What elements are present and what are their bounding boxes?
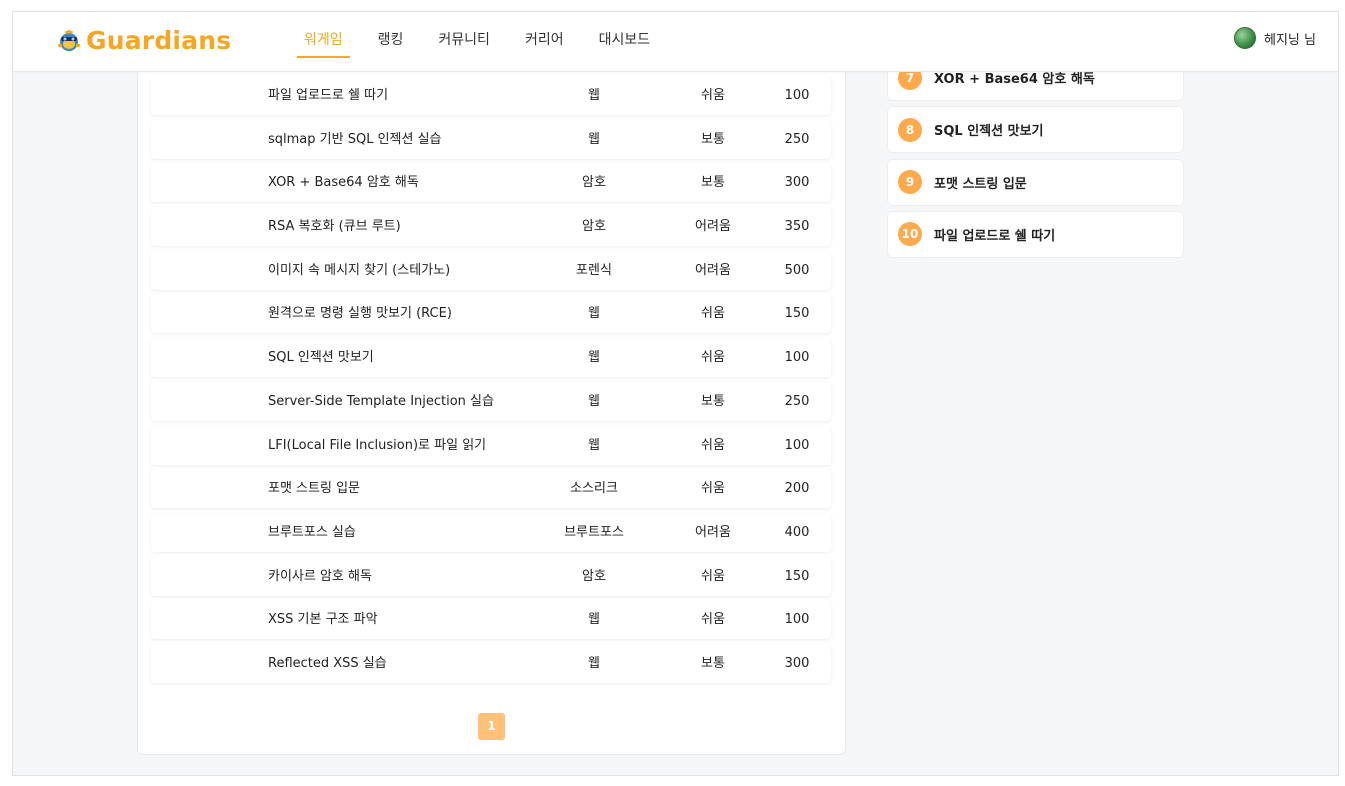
problem-category: 암호: [582, 568, 606, 584]
problem-score: 100: [784, 437, 810, 453]
popular-problem-item[interactable]: 10 파일 업로드로 쉘 따기: [887, 210, 1184, 258]
popular-problem-title: 파일 업로드로 쉘 따기: [934, 228, 1056, 244]
problem-title: Server-Side Template Injection 실습: [268, 393, 494, 409]
problem-difficulty: 쉬움: [701, 350, 725, 366]
problem-score: 200: [784, 481, 810, 497]
popular-problem-title: SQL 인젝션 맛보기: [934, 124, 1044, 140]
problem-row[interactable]: 카이사르 암호 해독 암호 쉬움 150: [151, 556, 831, 596]
problem-title: sqlmap 기반 SQL 인젝션 실습: [268, 131, 442, 147]
problem-score: 350: [784, 219, 810, 235]
problem-list-card: 파일 업로드로 쉘 따기 웹 쉬움 100 sqlmap 기반 SQL 인젝션 …: [137, 52, 846, 755]
problem-category: 암호: [582, 175, 606, 191]
problem-category: 웹: [588, 350, 600, 366]
popular-problem-title: 포맷 스트링 입문: [934, 176, 1027, 192]
problem-title: XSS 기본 구조 파악: [268, 612, 378, 628]
pagination: 1: [478, 713, 505, 740]
problem-list: 파일 업로드로 쉘 따기 웹 쉬움 100 sqlmap 기반 SQL 인젝션 …: [151, 76, 831, 688]
problem-title: XOR + Base64 암호 해독: [268, 175, 419, 191]
problem-score: 250: [784, 393, 810, 409]
problem-category: 웹: [588, 88, 600, 103]
problem-row[interactable]: 포맷 스트링 입문 소스리크 쉬움 200: [151, 469, 831, 509]
problem-title: 카이사르 암호 해독: [268, 568, 372, 584]
problem-category: 웹: [588, 437, 600, 453]
problem-row[interactable]: SQL 인젝션 맛보기 웹 쉬움 100: [151, 338, 831, 378]
problem-row[interactable]: XSS 기본 구조 파악 웹 쉬움 100: [151, 600, 831, 640]
problem-row[interactable]: Server-Side Template Injection 실습 웹 보통 2…: [151, 381, 831, 421]
nav-item-ranking[interactable]: 랭킹: [371, 12, 411, 72]
problem-category: 소스리크: [570, 481, 618, 497]
problem-difficulty: 어려움: [695, 262, 731, 278]
popular-problem-item[interactable]: 8 SQL 인젝션 맛보기: [887, 106, 1184, 154]
problem-difficulty: 어려움: [695, 219, 731, 235]
problem-difficulty: 쉬움: [701, 88, 725, 103]
logo[interactable]: Guardians: [56, 26, 231, 55]
problem-score: 300: [784, 655, 810, 671]
rank-badge: 8: [898, 117, 922, 142]
popular-problem-item[interactable]: 9 포맷 스트링 입문: [887, 158, 1184, 206]
problem-score: 400: [784, 524, 810, 540]
problem-category: 웹: [588, 612, 600, 628]
problem-row[interactable]: RSA 복호화 (큐브 루트) 암호 어려움 350: [151, 207, 831, 247]
problem-score: 100: [784, 612, 810, 628]
problem-category: 웹: [588, 131, 600, 147]
problem-row[interactable]: XOR + Base64 암호 해독 암호 보통 300: [151, 163, 831, 203]
problem-row[interactable]: 원격으로 명령 실행 맛보기 (RCE) 웹 쉬움 150: [151, 294, 831, 334]
nav-item-community[interactable]: 커뮤니티: [431, 12, 497, 72]
problem-title: 포맷 스트링 입문: [268, 481, 360, 497]
problem-title: 원격으로 명령 실행 맛보기 (RCE): [268, 306, 452, 322]
problem-score: 500: [784, 262, 810, 278]
brand-name: Guardians: [86, 26, 232, 55]
nav-item-wargame[interactable]: 워게임: [297, 12, 350, 72]
problem-score: 150: [784, 306, 810, 322]
problem-row[interactable]: 파일 업로드로 쉘 따기 웹 쉬움 100: [151, 76, 831, 115]
avatar: [1234, 27, 1257, 49]
problem-category: 웹: [588, 306, 600, 322]
user-name: 헤지닝 님: [1264, 32, 1316, 48]
problem-row[interactable]: 이미지 속 메시지 찾기 (스테가노) 포렌식 어려움 500: [151, 250, 831, 290]
problem-difficulty: 쉬움: [701, 437, 725, 453]
problem-title: 파일 업로드로 쉘 따기: [268, 88, 389, 103]
problem-score: 300: [784, 175, 810, 191]
problem-category: 브루트포스: [564, 524, 624, 540]
nav-item-dashboard[interactable]: 대시보드: [592, 12, 658, 72]
page-button-current[interactable]: 1: [478, 713, 505, 740]
rank-badge: 10: [898, 222, 922, 247]
problem-row[interactable]: sqlmap 기반 SQL 인젝션 실습 웹 보통 250: [151, 119, 831, 159]
problem-score: 100: [784, 88, 810, 103]
problem-score: 100: [784, 350, 810, 366]
rank-badge: 9: [898, 170, 922, 195]
problem-difficulty: 보통: [701, 131, 725, 147]
main-nav: 워게임 랭킹 커뮤니티 커리어 대시보드: [297, 12, 657, 72]
problem-difficulty: 보통: [701, 655, 725, 671]
problem-title: 이미지 속 메시지 찾기 (스테가노): [268, 262, 451, 278]
problem-row[interactable]: LFI(Local File Inclusion)로 파일 읽기 웹 쉬움 10…: [151, 425, 831, 465]
problem-difficulty: 쉬움: [701, 481, 725, 497]
top-navbar: Guardians 워게임 랭킹 커뮤니티 커리어 대시보드 헤지닝 님: [13, 12, 1338, 72]
user-menu[interactable]: 헤지닝 님: [1234, 27, 1316, 49]
problem-score: 250: [784, 131, 810, 147]
problem-difficulty: 쉬움: [701, 612, 725, 628]
problem-title: LFI(Local File Inclusion)로 파일 읽기: [268, 437, 487, 453]
popular-problems-list: 7 XOR + Base64 암호 해독 8 SQL 인젝션 맛보기 9 포맷 …: [887, 54, 1184, 263]
problem-row[interactable]: 브루트포스 실습 브루트포스 어려움 400: [151, 512, 831, 552]
problem-difficulty: 어려움: [695, 524, 731, 540]
problem-category: 포렌식: [576, 262, 612, 278]
problem-row[interactable]: Reflected XSS 실습 웹 보통 300: [151, 643, 831, 683]
problem-score: 150: [784, 568, 810, 584]
problem-title: Reflected XSS 실습: [268, 655, 387, 671]
mascot-logo-icon: [58, 29, 80, 51]
problem-category: 암호: [582, 219, 606, 235]
problem-title: 브루트포스 실습: [268, 524, 356, 540]
problem-difficulty: 보통: [701, 175, 725, 191]
problem-difficulty: 쉬움: [701, 306, 725, 322]
problem-category: 웹: [588, 655, 600, 671]
problem-title: SQL 인젝션 맛보기: [268, 350, 374, 366]
nav-item-career[interactable]: 커리어: [518, 12, 571, 72]
problem-difficulty: 쉬움: [701, 568, 725, 584]
problem-category: 웹: [588, 393, 600, 409]
problem-title: RSA 복호화 (큐브 루트): [268, 219, 401, 235]
problem-difficulty: 보통: [701, 393, 725, 409]
page-frame: Guardians 워게임 랭킹 커뮤니티 커리어 대시보드 헤지닝 님 파일 …: [12, 11, 1339, 776]
